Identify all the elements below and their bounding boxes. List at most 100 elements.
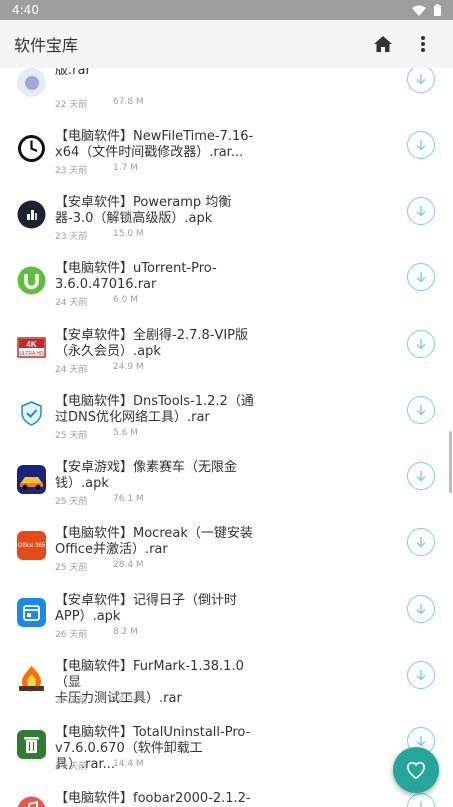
item-date: 24 天前 <box>55 298 88 308</box>
item-meta: 23 天前 15.0 M <box>55 229 144 242</box>
item-title: 【电脑软件】uTorrent-Pro- 3.6.0.47016.rar <box>55 261 217 292</box>
item-title: 【电脑软件】Mocreak（一键安装 Office并激活）.rar <box>55 526 253 557</box>
download-arrow-icon <box>416 74 426 85</box>
download-button[interactable] <box>407 793 435 807</box>
svg-text:4K: 4K <box>26 340 36 349</box>
4k-video-icon: 4K ULTRA HD <box>17 333 46 362</box>
status-bar: 4:40 <box>0 0 453 20</box>
item-date: 22 天前 <box>55 100 88 110</box>
scrollbar[interactable] <box>449 431 452 493</box>
item-size: 76.1 M <box>113 494 144 504</box>
more-options-button[interactable] <box>407 28 439 60</box>
list-item[interactable]: 版.rar 22 天前 67.8 M <box>0 68 453 112</box>
item-size: 67.8 M <box>113 97 144 107</box>
item-size: 15.0 M <box>113 229 144 239</box>
download-arrow-icon <box>416 604 426 615</box>
item-title: 【电脑软件】NewFileTime-7.16- x64（文件时间戳修改器）.ra… <box>55 129 254 160</box>
item-date: 26 天前 <box>55 630 88 640</box>
list-item[interactable]: 【电脑软件】uTorrent-Pro- 3.6.0.47016.rar 24 天前… <box>0 244 453 310</box>
item-title: 【电脑软件】DnsTools-1.2.2（通 过DNS优化网络工具）.rar <box>55 394 254 425</box>
item-size: 6.0 M <box>113 295 138 305</box>
download-button[interactable] <box>407 68 435 93</box>
download-button[interactable] <box>407 197 435 225</box>
list-item[interactable]: 【电脑软件】FurMark-1.38.1.0（显 卡压力测试工具）.rar 27 … <box>0 642 453 708</box>
list-item[interactable]: 4K ULTRA HD 【安卓软件】全剧得-2.7.8-VIP版 （永久会员）.ap… <box>0 311 453 377</box>
heart-icon <box>406 761 426 779</box>
item-meta: 27 天前 14.4 M <box>55 759 144 772</box>
svg-text:ULTRA HD: ULTRA HD <box>19 351 44 357</box>
battery-icon <box>434 4 441 16</box>
item-meta: 27 天前 23.5 M <box>55 693 144 706</box>
download-arrow-icon <box>416 471 426 482</box>
svg-text:Office 365: Office 365 <box>18 543 46 549</box>
item-size: 1.7 M <box>113 163 138 173</box>
more-vertical-icon <box>421 36 425 52</box>
item-title: 【安卓软件】全剧得-2.7.8-VIP版 （永久会员）.apk <box>55 328 249 359</box>
item-meta: 22 天前 67.8 M <box>55 97 144 110</box>
download-arrow-icon <box>416 140 426 151</box>
list-item[interactable]: 【安卓软件】Poweramp 均衡 器-3.0（解锁高级版）.apk 23 天前 1… <box>0 178 453 244</box>
clock-icon <box>17 134 46 163</box>
download-button[interactable] <box>407 595 435 623</box>
item-title: 【安卓游戏】像素赛车（无限金 钱）.apk <box>55 460 238 491</box>
download-arrow-icon <box>416 736 426 747</box>
download-arrow-icon <box>420 802 422 807</box>
item-meta: 24 天前 6.0 M <box>55 295 138 308</box>
home-button[interactable] <box>367 28 399 60</box>
racing-car-icon <box>17 465 46 494</box>
item-size: 8.2 M <box>113 627 138 637</box>
item-date: 25 天前 <box>55 497 88 507</box>
item-meta: 25 天前 76.1 M <box>55 494 144 507</box>
item-date: 25 天前 <box>55 563 88 573</box>
download-arrow-icon <box>416 405 426 416</box>
list-item[interactable]: 【安卓软件】记得日子（倒计时 APP）.apk 26 天前 8.2 M <box>0 576 453 642</box>
item-meta: 23 天前 1.7 M <box>55 163 138 176</box>
item-date: 27 天前 <box>55 762 88 772</box>
item-title: 【安卓软件】Poweramp 均衡 器-3.0（解锁高级版）.apk <box>55 195 232 226</box>
item-size: 23.5 M <box>113 693 144 703</box>
list-item[interactable]: Office 365 【电脑软件】Mocreak（一键安装 Office并激活）.… <box>0 509 453 575</box>
download-arrow-icon <box>416 339 426 350</box>
download-button[interactable] <box>407 462 435 490</box>
item-date: 24 天前 <box>55 365 88 375</box>
status-time: 4:40 <box>12 3 39 17</box>
item-date: 27 天前 <box>55 696 88 706</box>
list-item[interactable]: 【安卓游戏】像素赛车（无限金 钱）.apk 25 天前 76.1 M <box>0 443 453 509</box>
download-button[interactable] <box>407 263 435 291</box>
download-arrow-icon <box>416 206 426 217</box>
download-button[interactable] <box>407 131 435 159</box>
item-title: 【安卓软件】记得日子（倒计时 APP）.apk <box>55 593 238 624</box>
furmark-icon <box>17 664 46 693</box>
item-date: 23 天前 <box>55 166 88 176</box>
app-bar: 软件宝库 <box>0 20 453 68</box>
download-button[interactable] <box>407 330 435 358</box>
download-arrow-icon <box>416 670 426 681</box>
favorite-button[interactable] <box>393 747 439 793</box>
partial-app-icon <box>17 68 46 97</box>
download-button[interactable] <box>407 661 435 689</box>
download-arrow-icon <box>416 272 426 283</box>
list-item[interactable]: 【电脑软件】foobar2000-2.1.2-汉 化版（32位+64位安装包）.… <box>0 774 453 807</box>
file-list: 版.rar 22 天前 67.8 M 【电脑软件】NewFileTime-7.16- … <box>0 68 453 807</box>
wifi-icon <box>412 5 426 16</box>
item-meta: 24 天前 24.9 M <box>55 362 144 375</box>
utorrent-icon <box>17 266 46 295</box>
item-size: 28.4 M <box>113 560 144 570</box>
download-button[interactable] <box>407 396 435 424</box>
download-arrow-icon <box>416 537 426 548</box>
trash-icon <box>17 730 46 759</box>
poweramp-icon <box>17 200 46 229</box>
list-item[interactable]: 【电脑软件】NewFileTime-7.16- x64（文件时间戳修改器）.ra… <box>0 112 453 178</box>
download-button[interactable] <box>407 528 435 556</box>
music-icon <box>17 796 46 807</box>
item-meta: 25 天前 28.4 M <box>55 560 144 573</box>
item-date: 23 天前 <box>55 232 88 242</box>
item-size: 5.6 M <box>113 428 138 438</box>
item-meta: 25 天前 5.6 M <box>55 428 138 441</box>
dnstools-icon <box>17 399 46 428</box>
page-title: 软件宝库 <box>14 36 79 55</box>
list-item[interactable]: 【电脑软件】DnsTools-1.2.2（通 过DNS优化网络工具）.rar 25… <box>0 377 453 443</box>
item-date: 25 天前 <box>55 431 88 441</box>
home-icon <box>374 36 392 52</box>
list-item[interactable]: 【电脑软件】TotalUninstall-Pro- v7.6.0.670（软件卸… <box>0 708 453 774</box>
